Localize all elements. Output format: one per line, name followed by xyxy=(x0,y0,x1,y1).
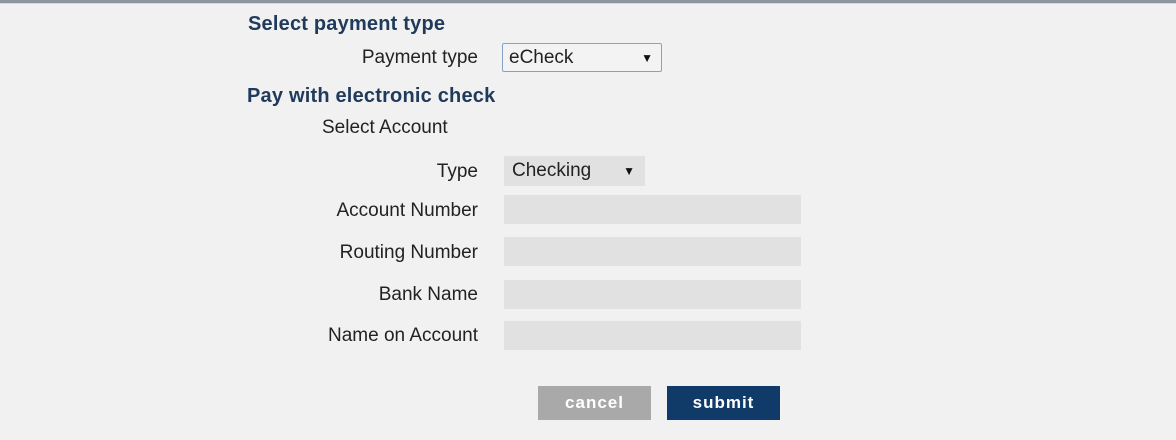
chevron-down-icon: ▼ xyxy=(623,164,635,178)
bank-name-label: Bank Name xyxy=(378,284,478,305)
routing-number-label: Routing Number xyxy=(339,242,478,263)
payment-type-heading: Select payment type xyxy=(248,13,446,35)
account-number-label: Account Number xyxy=(336,200,478,221)
account-type-select[interactable]: Checking ▼ xyxy=(504,156,645,186)
cancel-button[interactable]: cancel xyxy=(538,386,651,420)
account-number-field[interactable] xyxy=(504,195,801,224)
name-on-account-field[interactable] xyxy=(504,321,801,350)
submit-button[interactable]: submit xyxy=(667,386,780,420)
routing-number-field[interactable] xyxy=(504,237,801,266)
echeck-heading: Pay with electronic check xyxy=(247,85,496,107)
top-border-shadow xyxy=(0,3,1176,4)
name-on-account-label: Name on Account xyxy=(328,325,478,346)
select-account-label: Select Account xyxy=(322,117,448,138)
payment-type-select[interactable]: eCheck ▼ xyxy=(502,43,662,72)
account-type-label: Type xyxy=(436,161,478,182)
account-type-value: Checking xyxy=(512,160,592,181)
payment-type-label: Payment type xyxy=(361,47,478,68)
chevron-down-icon: ▼ xyxy=(641,51,653,65)
payment-type-value: eCheck xyxy=(509,47,574,68)
bank-name-field[interactable] xyxy=(504,280,801,309)
